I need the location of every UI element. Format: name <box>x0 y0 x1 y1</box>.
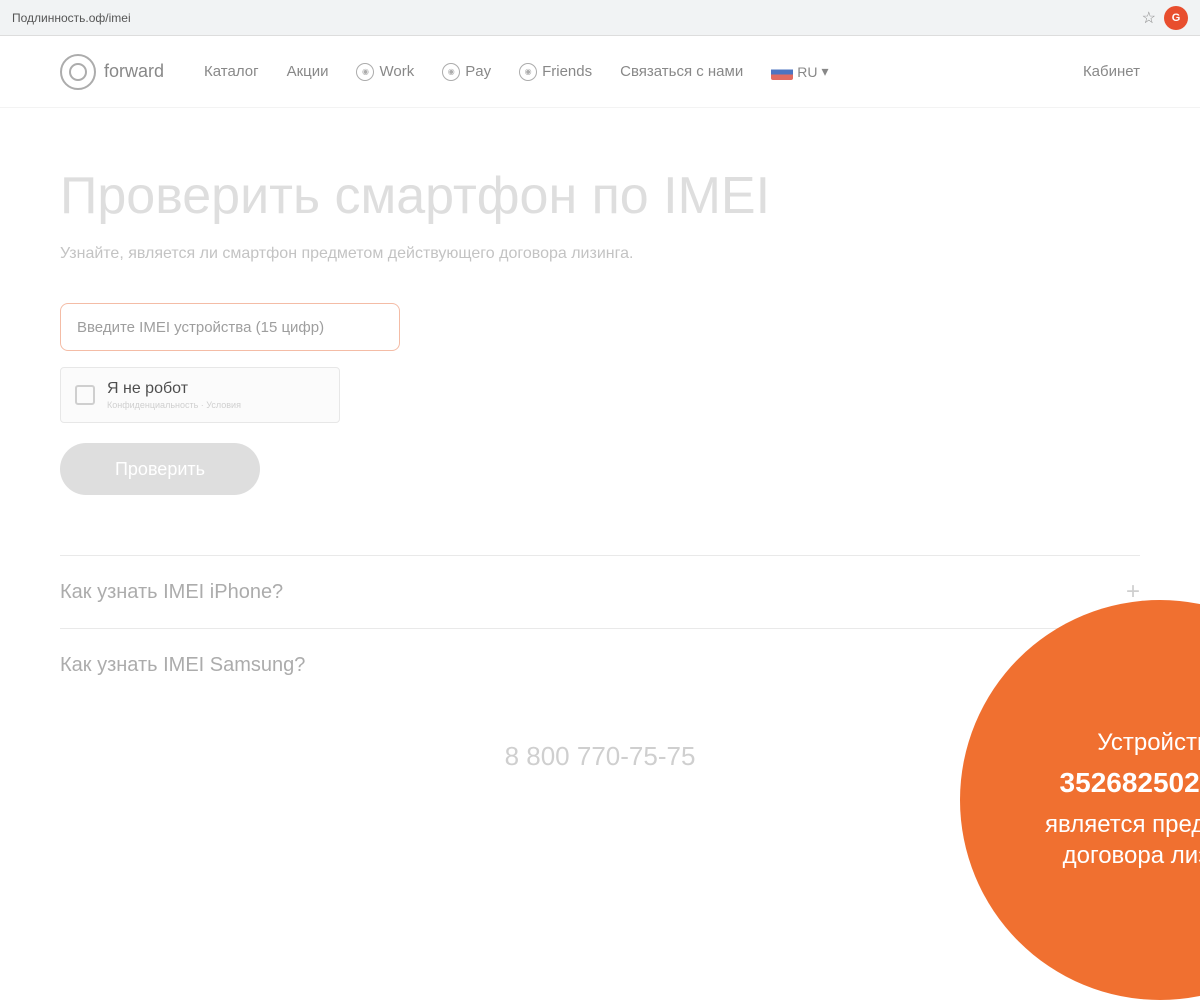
user-avatar[interactable]: G <box>1164 6 1188 30</box>
modal-overlay: × Устройство 3526825025113 является пред… <box>0 36 1200 920</box>
modal-subtitle: является предметом договора лизинга <box>1000 809 1200 871</box>
modal-imei: 3526825025113 <box>1060 767 1200 799</box>
result-modal: × Устройство 3526825025113 является пред… <box>960 600 1200 1000</box>
browser-actions: ☆ G <box>1142 6 1188 30</box>
browser-url: Подлинность.оф/imei <box>12 11 1132 25</box>
bookmark-icon[interactable]: ☆ <box>1142 8 1156 28</box>
browser-bar: Подлинность.оф/imei ☆ G <box>0 0 1200 36</box>
modal-title: Устройство <box>1097 729 1200 757</box>
